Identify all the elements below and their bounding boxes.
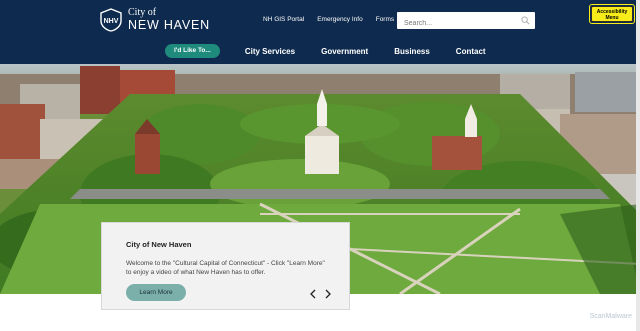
emergency-info-link[interactable]: Emergency Info <box>317 16 363 23</box>
site-header: NHV City of NEW HAVEN NH GIS Portal Emer… <box>0 0 640 64</box>
card-title: City of New Haven <box>126 240 192 249</box>
chevron-left-icon[interactable] <box>309 289 317 299</box>
learn-more-button[interactable]: Learn More <box>126 284 186 301</box>
forms-link[interactable]: Forms <box>376 16 394 23</box>
nav-contact[interactable]: Contact <box>456 47 486 56</box>
scanmalware-watermark: ScanMalware <box>589 313 632 320</box>
page: NHV City of NEW HAVEN NH GIS Portal Emer… <box>0 0 640 331</box>
scrollbar[interactable] <box>636 0 640 331</box>
hero-info-card: City of New Haven Welcome to the "Cultur… <box>101 222 350 310</box>
nav-government[interactable]: Government <box>321 47 368 56</box>
gis-portal-link[interactable]: NH GIS Portal <box>263 16 304 23</box>
utility-links: NH GIS Portal Emergency Info Forms <box>263 16 394 23</box>
logo-name-text: NEW HAVEN <box>128 18 210 33</box>
search-input[interactable] <box>397 15 507 32</box>
nav-business[interactable]: Business <box>394 47 430 56</box>
svg-text:NHV: NHV <box>104 18 119 25</box>
city-logo[interactable]: NHV City of NEW HAVEN <box>100 8 210 32</box>
card-description: Welcome to the "Cultural Capital of Conn… <box>126 260 325 276</box>
nav-city-services[interactable]: City Services <box>245 47 295 56</box>
id-like-to-button[interactable]: I'd Like To... <box>165 44 220 58</box>
accessibility-menu-button[interactable]: Accessibility Menu <box>591 6 633 22</box>
logo-city-text: City of <box>128 7 157 19</box>
search-icon[interactable] <box>521 16 530 25</box>
search-box <box>397 12 535 32</box>
main-nav: I'd Like To... City Services Government … <box>165 44 512 58</box>
nhv-seal-icon: NHV <box>100 8 122 32</box>
chevron-right-icon[interactable] <box>324 289 332 299</box>
